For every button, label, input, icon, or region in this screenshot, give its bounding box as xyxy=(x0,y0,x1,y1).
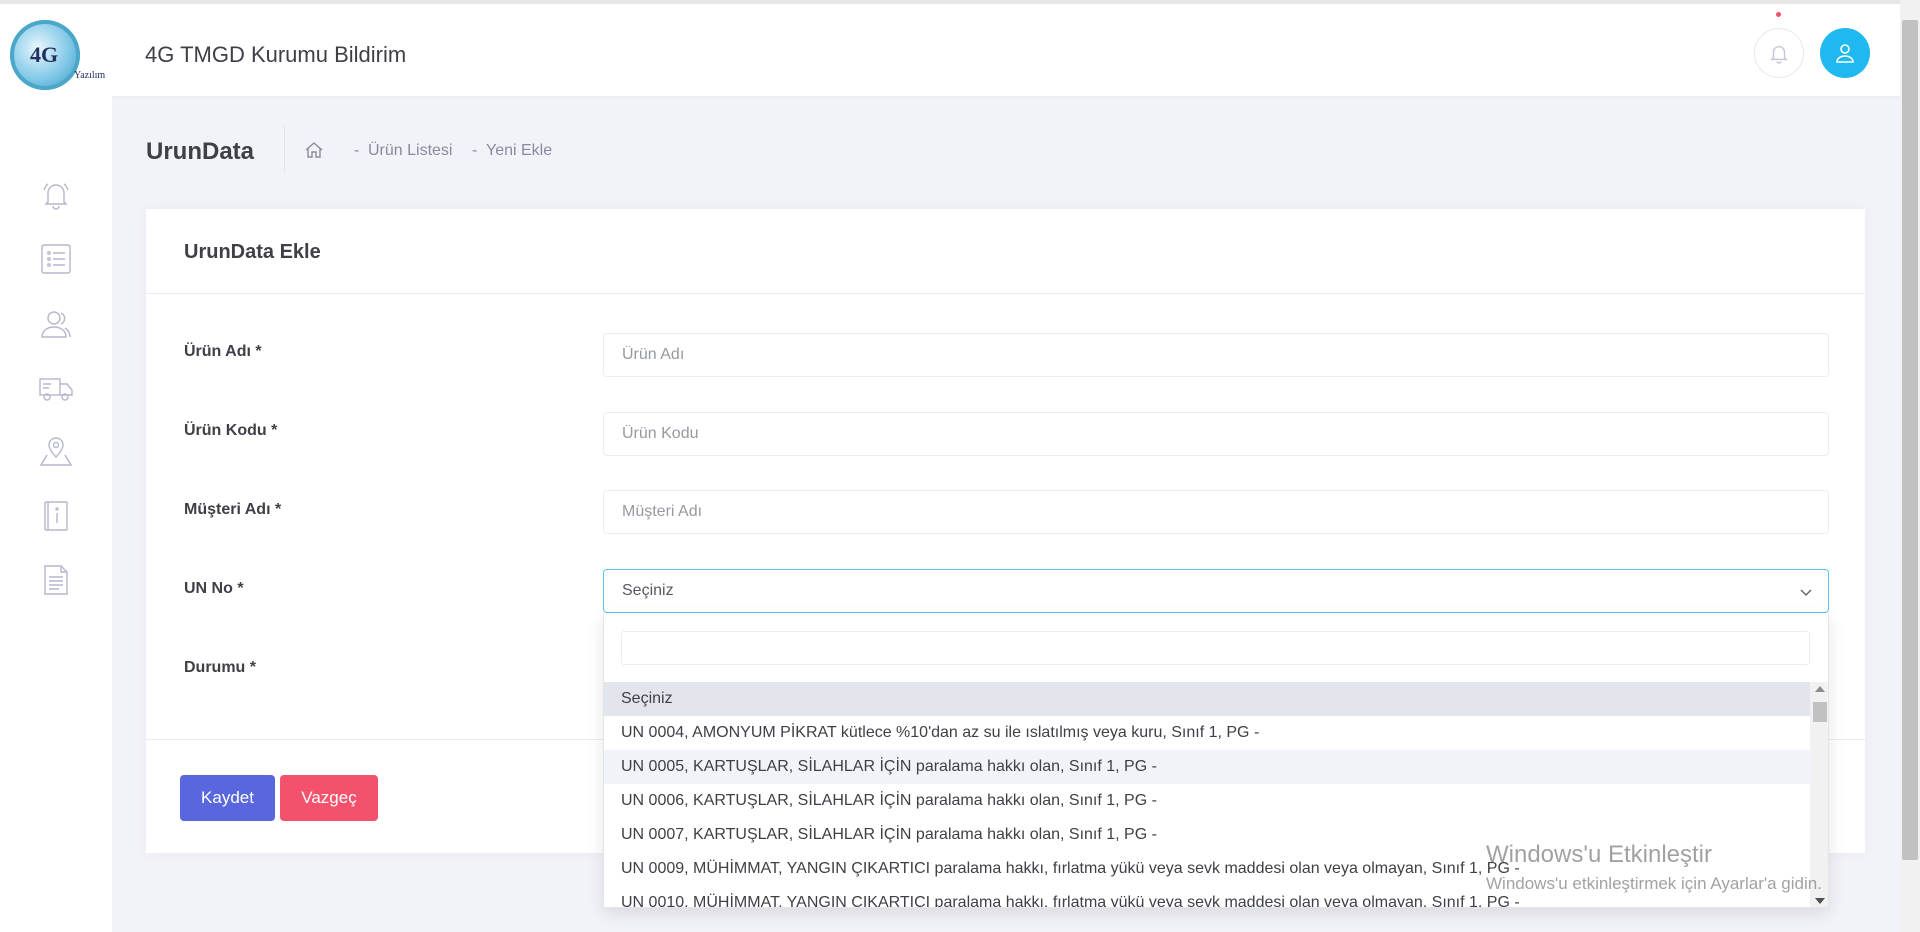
dropdown-search-input[interactable] xyxy=(621,631,1810,665)
urun-kodu-input[interactable] xyxy=(603,412,1829,456)
notifications-button[interactable] xyxy=(1754,28,1804,78)
card-title: UrunData Ekle xyxy=(184,241,321,263)
app-title: 4G TMGD Kurumu Bildirim xyxy=(145,42,407,67)
page-title: UrunData xyxy=(146,138,255,165)
sidebar-item-reports[interactable] xyxy=(36,560,76,600)
users-icon xyxy=(41,311,71,338)
urun-adi-label: Ürün Adı * xyxy=(184,343,262,360)
un-no-selected-value: Seçiniz xyxy=(622,582,674,599)
page-scroll-thumb[interactable] xyxy=(1902,20,1918,860)
urun-kodu-label: Ürün Kodu * xyxy=(184,422,278,439)
dropdown-scroll-thumb[interactable] xyxy=(1813,702,1827,722)
top-bar: 4G Yazılım 4G TMGD Kurumu Bildirim xyxy=(0,0,1900,104)
sidebar-item-documents[interactable] xyxy=(36,496,76,536)
sidebar-item-users[interactable] xyxy=(36,304,76,344)
subheader-divider xyxy=(284,126,285,174)
home-icon[interactable] xyxy=(304,140,324,160)
durumu-label: Durumu * xyxy=(184,659,256,676)
logo-mark: 4G xyxy=(30,42,59,67)
brand-logo[interactable]: 4G Yazılım xyxy=(0,8,112,104)
windows-activation-title: Windows'u Etkinleştir xyxy=(1486,841,1712,868)
sidebar-item-locations[interactable] xyxy=(36,432,76,472)
musteri-adi-label: Müşteri Adı * xyxy=(184,501,282,518)
notification-dot xyxy=(1776,12,1781,17)
chevron-down-icon xyxy=(1800,589,1812,596)
list-icon xyxy=(41,244,71,274)
user-icon xyxy=(1836,44,1854,63)
cancel-button[interactable]: Vazgeç xyxy=(280,775,378,821)
un-no-label: UN No * xyxy=(184,580,244,597)
sidebar-item-list[interactable] xyxy=(36,239,76,279)
windows-activation-subtitle: Windows'u etkinleştirmek için Ayarlar'a … xyxy=(1486,874,1822,893)
truck-icon xyxy=(39,378,73,401)
report-icon xyxy=(44,565,68,595)
sidebar xyxy=(0,100,112,932)
scroll-down-arrow-icon[interactable] xyxy=(1815,898,1825,904)
musteri-adi-input[interactable] xyxy=(603,490,1829,534)
dropdown-option[interactable]: UN 0004, AMONYUM PİKRAT kütlece %10'dan … xyxy=(604,716,1810,750)
card-header: UrunData Ekle xyxy=(146,209,1865,294)
page-scrollbar[interactable] xyxy=(1900,0,1920,932)
breadcrumb-separator: - xyxy=(354,142,360,159)
sidebar-item-notifications[interactable] xyxy=(36,175,76,215)
breadcrumb-item-urun-listesi[interactable]: Ürün Listesi xyxy=(368,142,452,160)
dropdown-option[interactable]: UN 0005, KARTUŞLAR, SİLAHLAR İÇİN parala… xyxy=(604,750,1810,784)
un-no-select[interactable]: Seçiniz xyxy=(603,569,1829,613)
urun-adi-input[interactable] xyxy=(603,333,1829,377)
bell-icon xyxy=(1770,45,1788,64)
breadcrumb-separator: - xyxy=(472,142,478,159)
sidebar-item-shipments[interactable] xyxy=(36,368,76,408)
dropdown-option[interactable]: UN 0006, KARTUŞLAR, SİLAHLAR İÇİN parala… xyxy=(604,784,1810,818)
bell-icon xyxy=(43,183,69,210)
breadcrumb-item-yeni-ekle[interactable]: Yeni Ekle xyxy=(486,142,552,160)
map-pin-icon xyxy=(39,437,73,466)
logo-text: Yazılım xyxy=(74,70,106,81)
scroll-up-arrow-icon[interactable] xyxy=(1815,686,1825,692)
dropdown-option[interactable]: Seçiniz xyxy=(604,682,1810,716)
save-button[interactable]: Kaydet xyxy=(180,775,275,821)
document-info-icon xyxy=(44,501,68,531)
user-menu-button[interactable] xyxy=(1820,28,1870,78)
